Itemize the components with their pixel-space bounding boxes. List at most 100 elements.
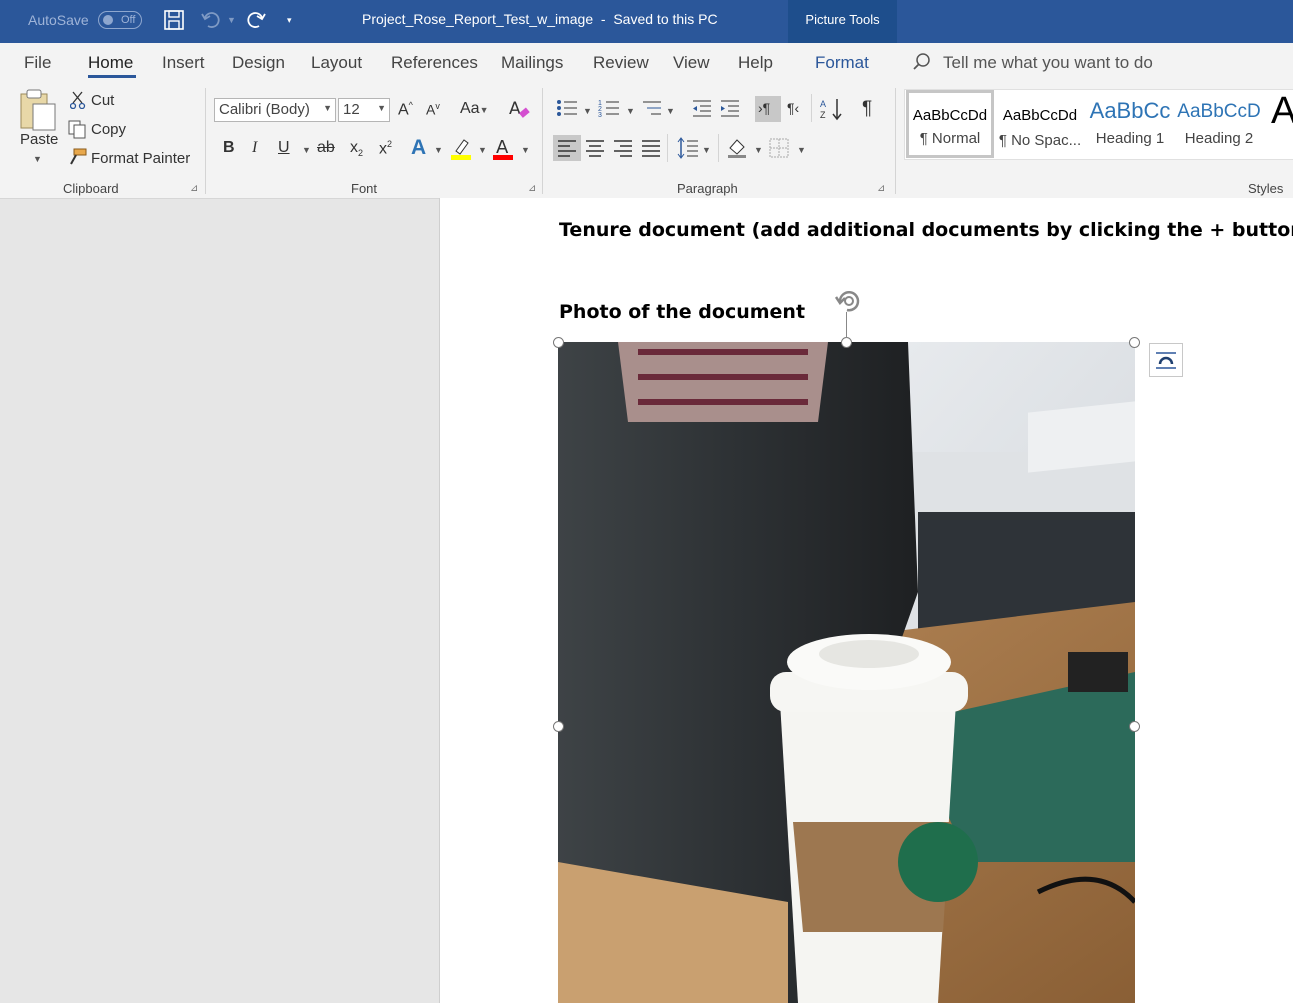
chevron-down-icon[interactable]: ▼ bbox=[626, 106, 635, 116]
chevron-down-icon[interactable]: ▼ bbox=[754, 145, 763, 155]
italic-button[interactable]: I bbox=[252, 139, 257, 157]
align-center-icon[interactable] bbox=[585, 139, 605, 162]
paste-dropdown-icon[interactable]: ▼ bbox=[33, 154, 42, 164]
group-separator bbox=[667, 134, 668, 162]
sort-icon[interactable]: AZ bbox=[820, 97, 844, 126]
save-icon[interactable] bbox=[163, 9, 185, 37]
highlight-color-icon[interactable] bbox=[451, 137, 473, 166]
paste-button[interactable]: Paste bbox=[20, 131, 58, 148]
justify-icon[interactable] bbox=[641, 139, 661, 162]
borders-icon[interactable] bbox=[769, 138, 789, 163]
chevron-down-icon: ▼ bbox=[377, 103, 386, 113]
tab-help[interactable]: Help bbox=[738, 53, 773, 73]
lightbulb-search-icon bbox=[912, 52, 932, 77]
highlight-dropdown-icon[interactable]: ▼ bbox=[478, 145, 487, 155]
svg-text:A: A bbox=[509, 99, 521, 119]
format-painter-icon[interactable] bbox=[68, 148, 88, 171]
chevron-down-icon[interactable]: ▼ bbox=[583, 106, 592, 116]
redo-icon[interactable] bbox=[245, 9, 267, 37]
resize-handle-top-right[interactable] bbox=[1129, 337, 1140, 348]
show-formatting-marks-icon[interactable]: ¶ bbox=[862, 98, 872, 120]
font-name-combo[interactable]: Calibri (Body) ▼ bbox=[214, 98, 336, 122]
cut-button[interactable]: Cut bbox=[91, 92, 114, 109]
svg-text:Z: Z bbox=[820, 110, 826, 120]
tab-review[interactable]: Review bbox=[593, 53, 649, 73]
subscript-icon[interactable]: x2 bbox=[350, 139, 363, 158]
tab-insert[interactable]: Insert bbox=[162, 53, 205, 73]
style-heading-2[interactable]: AaBbCcD Heading 2 bbox=[1175, 90, 1263, 158]
shading-icon[interactable] bbox=[727, 137, 749, 164]
change-case-button[interactable]: Aa▼ bbox=[460, 100, 489, 118]
rotate-handle-icon[interactable] bbox=[834, 287, 866, 320]
style-name: ¶ No Spac... bbox=[998, 132, 1082, 149]
paragraph-launcher-icon[interactable]: ⊿ bbox=[877, 183, 885, 194]
document-heading-tenure[interactable]: Tenure document (add additional document… bbox=[559, 219, 1293, 241]
shrink-font-icon[interactable]: Av bbox=[426, 101, 440, 118]
superscript-icon[interactable]: x2 bbox=[379, 139, 392, 158]
document-title: Project_Rose_Report_Test_w_image - Saved… bbox=[362, 11, 718, 27]
resize-handle-top-left[interactable] bbox=[553, 337, 564, 348]
tab-references[interactable]: References bbox=[391, 53, 478, 73]
font-color-icon[interactable]: A bbox=[493, 136, 515, 166]
left-to-right-icon[interactable]: ›¶ bbox=[758, 100, 770, 116]
increase-indent-icon[interactable] bbox=[719, 98, 741, 123]
autosave-toggle[interactable]: Off bbox=[98, 11, 142, 29]
document-heading-photo[interactable]: Photo of the document bbox=[559, 301, 805, 323]
font-color-dropdown-icon[interactable]: ▼ bbox=[521, 145, 530, 155]
layout-options-button[interactable] bbox=[1149, 343, 1183, 377]
align-right-icon[interactable] bbox=[613, 139, 633, 162]
resize-handle-top[interactable] bbox=[841, 337, 852, 348]
style-no-spacing[interactable]: AaBbCcDd ¶ No Spac... bbox=[996, 90, 1084, 158]
underline-dropdown-icon[interactable]: ▼ bbox=[302, 145, 311, 155]
decrease-indent-icon[interactable] bbox=[691, 98, 713, 123]
chevron-down-icon[interactable]: ▼ bbox=[797, 145, 806, 155]
numbering-icon[interactable]: 123 bbox=[598, 98, 620, 123]
font-launcher-icon[interactable]: ⊿ bbox=[528, 183, 536, 194]
format-painter-button[interactable]: Format Painter bbox=[91, 150, 190, 167]
tab-format[interactable]: Format bbox=[815, 53, 869, 73]
chevron-down-icon[interactable]: ▼ bbox=[702, 145, 711, 155]
cut-icon[interactable] bbox=[69, 91, 86, 114]
multilevel-list-icon[interactable] bbox=[641, 98, 663, 123]
resize-handle-left[interactable] bbox=[553, 721, 564, 732]
tab-mailings[interactable]: Mailings bbox=[501, 53, 563, 73]
right-to-left-icon[interactable]: ¶‹ bbox=[787, 100, 799, 116]
tab-file[interactable]: File bbox=[24, 53, 51, 73]
paste-icon[interactable] bbox=[17, 88, 59, 137]
chevron-down-icon[interactable]: ▼ bbox=[666, 106, 675, 116]
copy-icon[interactable] bbox=[68, 120, 88, 145]
paragraph-group-label: Paragraph bbox=[677, 181, 738, 196]
underline-button[interactable]: U bbox=[278, 139, 290, 157]
style-heading-1[interactable]: AaBbCc Heading 1 bbox=[1087, 90, 1173, 158]
line-spacing-icon[interactable] bbox=[677, 137, 699, 164]
align-left-icon[interactable] bbox=[557, 139, 577, 162]
copy-button[interactable]: Copy bbox=[91, 121, 126, 138]
resize-handle-right[interactable] bbox=[1129, 721, 1140, 732]
undo-icon[interactable] bbox=[200, 9, 222, 37]
clipboard-launcher-icon[interactable]: ⊿ bbox=[190, 183, 198, 194]
undo-dropdown-icon[interactable]: ▼ bbox=[227, 15, 236, 25]
group-separator bbox=[718, 134, 719, 162]
text-effects-dropdown-icon[interactable]: ▼ bbox=[434, 145, 443, 155]
bold-button[interactable]: B bbox=[223, 139, 235, 157]
style-preview: AaBbCcDd bbox=[912, 107, 988, 124]
tab-design[interactable]: Design bbox=[232, 53, 285, 73]
text-effects-icon[interactable]: A bbox=[411, 136, 426, 160]
style-normal[interactable]: AaBbCcDd ¶ Normal bbox=[906, 90, 994, 158]
group-separator bbox=[205, 88, 206, 194]
tab-view[interactable]: View bbox=[673, 53, 710, 73]
inserted-photo[interactable] bbox=[558, 342, 1135, 1003]
strikethrough-button[interactable]: ab bbox=[317, 139, 335, 157]
tab-layout[interactable]: Layout bbox=[311, 53, 362, 73]
customize-toolbar-icon[interactable]: ▾ bbox=[287, 15, 292, 26]
chevron-down-icon: ▼ bbox=[479, 105, 489, 115]
grow-font-icon[interactable]: A^ bbox=[398, 100, 413, 119]
tell-me-search[interactable]: Tell me what you want to do bbox=[943, 53, 1153, 73]
font-size-combo[interactable]: 12 ▼ bbox=[338, 98, 390, 122]
tab-home[interactable]: Home bbox=[88, 53, 133, 73]
group-separator bbox=[542, 88, 543, 194]
bullets-icon[interactable] bbox=[556, 98, 578, 123]
autosave-state: Off bbox=[121, 14, 136, 26]
clear-formatting-icon[interactable]: A bbox=[507, 97, 531, 126]
style-title[interactable]: A bbox=[1266, 90, 1293, 158]
